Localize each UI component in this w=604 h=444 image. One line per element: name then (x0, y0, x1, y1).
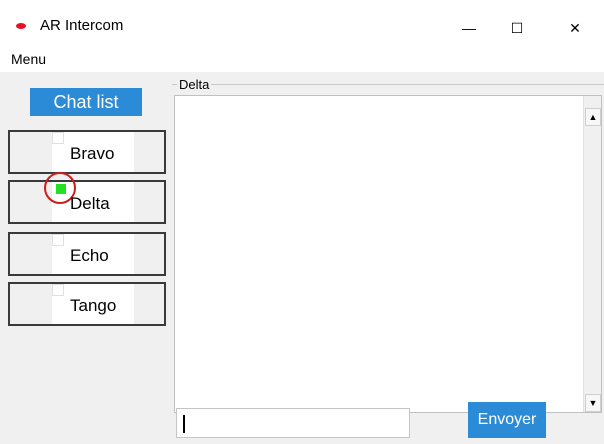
chat-group-label: Delta (177, 77, 212, 92)
chat-list-button[interactable]: Chat list (30, 88, 142, 116)
title-bar: AR Intercom — ☐ ✕ (0, 0, 604, 46)
chat-group: Delta ▲ ▼ (172, 77, 604, 413)
status-indicator (52, 284, 64, 296)
scroll-down-button[interactable]: ▼ (585, 394, 601, 412)
close-button[interactable]: ✕ (560, 14, 590, 42)
menu-item-menu[interactable]: Menu (11, 51, 46, 67)
arrow-up-icon: ▲ (588, 112, 598, 122)
contact-name: Delta (70, 194, 110, 213)
minimize-icon: — (462, 20, 476, 36)
status-indicator (52, 132, 64, 144)
scroll-up-button[interactable]: ▲ (585, 108, 601, 126)
close-icon: ✕ (569, 19, 581, 36)
contact-bravo[interactable]: Bravo (8, 130, 166, 174)
contact-name: Echo (70, 246, 109, 265)
contact-name: Bravo (70, 144, 115, 163)
menu-bar: Menu (0, 46, 604, 72)
client-area: Chat list Bravo Delta Echo Tango Delta ▲… (0, 72, 604, 444)
chat-scrollbar[interactable]: ▲ ▼ (583, 96, 601, 412)
arrow-down-icon: ▼ (588, 398, 598, 408)
text-caret (183, 415, 185, 433)
chat-history[interactable]: ▲ ▼ (174, 95, 602, 413)
maximize-icon: ☐ (510, 19, 524, 36)
status-indicator (52, 234, 64, 246)
contact-name: Tango (70, 296, 117, 315)
contact-echo[interactable]: Echo (8, 232, 166, 276)
maximize-button[interactable]: ☐ (502, 14, 532, 42)
window-title: AR Intercom (40, 17, 124, 34)
send-button[interactable]: Envoyer (468, 402, 546, 438)
contact-delta[interactable]: Delta (8, 172, 166, 224)
minimize-button[interactable]: — (454, 14, 484, 42)
contact-tango[interactable]: Tango (8, 282, 166, 326)
message-input[interactable] (176, 408, 410, 438)
app-icon (16, 23, 26, 29)
